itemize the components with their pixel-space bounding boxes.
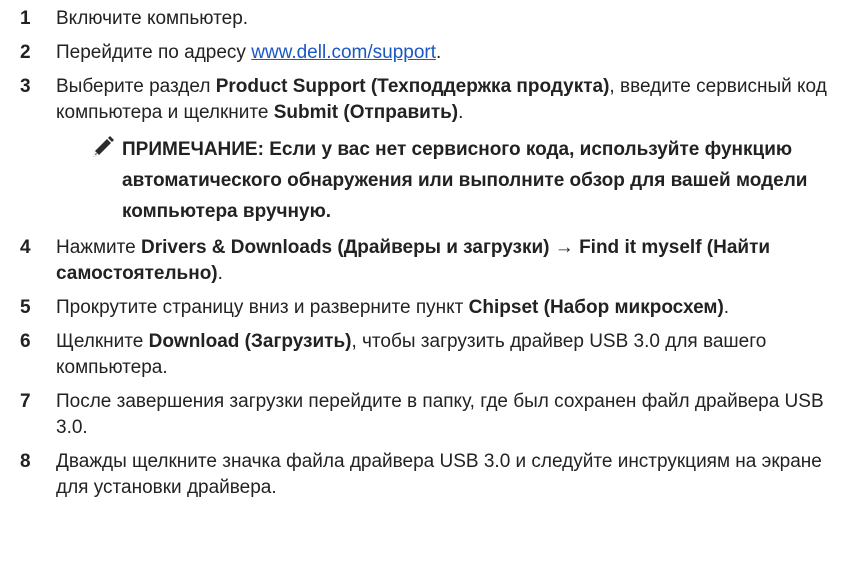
support-link[interactable]: www.dell.com/support: [251, 42, 436, 63]
step-text-segment: .: [217, 263, 223, 284]
note-pencil-icon: [93, 136, 114, 157]
step-text-segment: Выберите раздел: [56, 76, 216, 97]
note-text: ПРИМЕЧАНИЕ: Если у вас нет сервисного ко…: [122, 139, 808, 222]
step-text: Включите компьютер.: [56, 6, 866, 32]
ui-term: Download (Загрузить): [148, 331, 352, 352]
step-text-segment: Прокрутите страницу вниз и разверните пу…: [56, 297, 469, 318]
step-text: Выберите раздел Product Support (Техподд…: [56, 74, 866, 126]
step-text: Прокрутите страницу вниз и разверните пу…: [56, 295, 866, 321]
step-item: 4 Нажмите Drivers & Downloads (Драйверы и…: [0, 235, 866, 287]
step-text-segment: После завершения загрузки перейдите в па…: [56, 391, 824, 438]
instructions-page: 1 Включите компьютер. 2 Перейдите по адресу…: [0, 0, 866, 574]
step-text-segment: Дважды щелкните значка файла драйвера US…: [56, 451, 822, 498]
step-item: 3 Выберите раздел Product Support (Техпод…: [0, 74, 866, 126]
step-number: 4: [20, 237, 31, 258]
step-text: После завершения загрузки перейдите в па…: [56, 389, 866, 441]
step-text-segment: .: [723, 297, 730, 318]
steps-list-continued: 4 Нажмите Drivers & Downloads (Драйверы и…: [0, 235, 866, 501]
step-item: 2 Перейдите по адресу www.dell.com/suppor…: [0, 40, 866, 66]
step-number: 5: [20, 297, 31, 318]
step-item: 7 После завершения загрузки перейдите в п…: [0, 389, 866, 441]
steps-list: 1 Включите компьютер. 2 Перейдите по адресу…: [0, 6, 866, 126]
note-block: ПРИМЕЧАНИЕ: Если у вас нет сервисного ко…: [0, 134, 866, 227]
step-number: 3: [20, 76, 31, 97]
step-item: 5 Прокрутите страницу вниз и разверните п…: [0, 295, 866, 321]
step-text: Щелкните Download (Загрузить), чтобы заг…: [56, 329, 866, 381]
step-number: 7: [20, 391, 31, 412]
step-text-segment: Щелкните: [56, 331, 149, 352]
step-number: 1: [20, 8, 31, 29]
step-text: Нажмите Drivers & Downloads (Драйверы и …: [56, 235, 866, 287]
step-text: Дважды щелкните значка файла драйвера US…: [56, 449, 866, 501]
step-text-segment: Включите компьютер.: [56, 8, 249, 29]
step-text-segment: →: [549, 237, 580, 258]
step-text-segment: .: [458, 102, 464, 123]
step-item: 1 Включите компьютер.: [0, 6, 866, 32]
ui-term: Drivers & Downloads (Драйверы и загрузки…: [141, 237, 550, 258]
step-number: 2: [20, 42, 31, 63]
ui-term: Chipset (Набор микросхем): [468, 297, 724, 318]
ui-term: Submit (Отправить): [273, 102, 459, 123]
step-text-segment: Перейдите по адресу: [56, 42, 252, 63]
step-text-segment: Нажмите: [56, 237, 142, 258]
step-item: 8 Дважды щелкните значка файла драйвера U…: [0, 449, 866, 501]
step-text-segment: .: [436, 42, 442, 63]
step-number: 6: [20, 331, 31, 352]
ui-term: Product Support (Техподдержка продукта): [215, 76, 610, 97]
step-number: 8: [20, 451, 31, 472]
step-text: Перейдите по адресу www.dell.com/support…: [56, 40, 866, 66]
step-item: 6 Щелкните Download (Загрузить), чтобы за…: [0, 329, 866, 381]
